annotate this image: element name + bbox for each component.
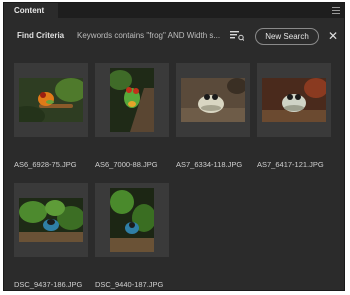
frog-photo-thumbnail xyxy=(110,188,154,252)
thumbnail[interactable] xyxy=(14,183,88,257)
content-panel: Content Find Criteria Keywords contains … xyxy=(3,2,345,291)
frog-photo-thumbnail xyxy=(110,68,154,132)
thumbnail[interactable] xyxy=(95,63,169,137)
result-item[interactable]: AS7_6417-121.JPG xyxy=(257,63,331,175)
panel-menu-icon[interactable] xyxy=(332,7,340,14)
close-icon[interactable]: ✕ xyxy=(328,30,338,42)
file-name-label: AS6_6928-75.JPG xyxy=(14,160,77,169)
result-item[interactable]: AS6_6928-75.JPG xyxy=(14,63,88,175)
find-criteria-bar: Find Criteria Keywords contains "frog" A… xyxy=(4,18,344,56)
file-name-label: AS7_6334-118.JPG xyxy=(176,160,243,169)
file-name-label: AS7_6417-121.JPG xyxy=(257,160,324,169)
thumbnail[interactable] xyxy=(257,63,331,137)
result-item[interactable]: AS6_7000-88.JPG xyxy=(95,63,169,175)
panel-tab-bar: Content xyxy=(4,3,344,18)
result-item[interactable]: DSC_9440-187.JPG xyxy=(95,183,169,290)
filter-list-icon[interactable] xyxy=(230,31,244,41)
result-item[interactable]: DSC_9437-186.JPG xyxy=(14,183,88,290)
tab-content[interactable]: Content xyxy=(4,3,58,18)
frog-photo-thumbnail xyxy=(262,78,326,122)
file-name-label: DSC_9440-187.JPG xyxy=(95,280,164,289)
thumbnail[interactable] xyxy=(14,63,88,137)
results-grid: AS6_6928-75.JPG AS6_7000-88.JPG AS7_6334… xyxy=(4,56,344,290)
new-search-button[interactable]: New Search xyxy=(255,28,319,45)
frog-photo-thumbnail xyxy=(19,78,83,122)
frog-photo-thumbnail xyxy=(19,198,83,242)
file-name-label: AS6_7000-88.JPG xyxy=(95,160,158,169)
file-name-label: DSC_9437-186.JPG xyxy=(14,280,83,289)
find-criteria-label: Find Criteria xyxy=(17,31,65,40)
thumbnail[interactable] xyxy=(176,63,250,137)
criteria-summary: Keywords contains "frog" AND Width s... xyxy=(77,31,221,40)
frog-photo-thumbnail xyxy=(181,78,245,122)
result-item[interactable]: AS7_6334-118.JPG xyxy=(176,63,250,175)
thumbnail[interactable] xyxy=(95,183,169,257)
